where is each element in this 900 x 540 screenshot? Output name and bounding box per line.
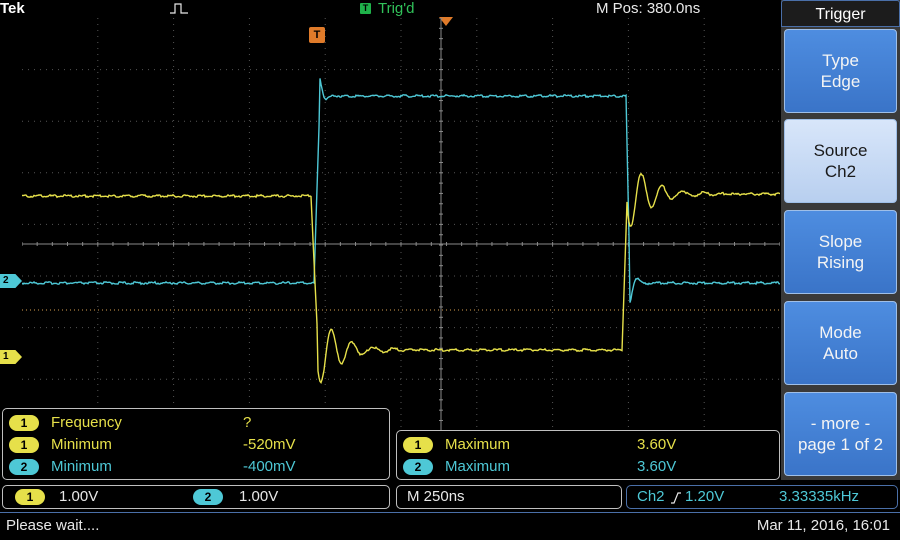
menu-button-line2: Ch2 — [824, 162, 857, 181]
graticule — [22, 18, 780, 431]
measurement-row: 1 Minimum -520mV — [9, 435, 379, 455]
trigger-status-icon: T — [360, 3, 371, 14]
menu-button-source[interactable]: Source Ch2 — [784, 119, 897, 203]
measurement-value: -400mV — [243, 458, 296, 475]
ch2-badge: 2 — [403, 459, 433, 475]
menu-button-line2: Edge — [820, 72, 861, 91]
menu-button-line2: Rising — [816, 253, 865, 272]
brand-logo: Tek — [0, 0, 25, 17]
trigger-level: 1.20V — [685, 488, 725, 505]
ch2-ground-marker[interactable]: 2 — [0, 274, 22, 288]
ch1-waveform — [22, 172, 780, 385]
measurement-panel-right: 1 Maximum 3.60V 2 Maximum 3.60V — [396, 430, 780, 480]
menu-title: Trigger — [781, 0, 900, 27]
top-status-bar: Tek T Trig'd M Pos: 380.0ns — [0, 0, 780, 18]
measurement-value: ? — [243, 414, 252, 431]
ch1-scale: 1.00V — [59, 488, 99, 505]
ch2-badge: 2 — [193, 489, 223, 505]
ch1-badge: 1 — [403, 437, 433, 453]
waveform-display[interactable] — [22, 18, 780, 431]
measurement-label: Maximum — [445, 458, 511, 475]
measurement-row: 1 Maximum 3.60V — [403, 435, 773, 455]
menu-button-mode[interactable]: Mode Auto — [784, 301, 897, 385]
measurement-label: Minimum — [51, 458, 112, 475]
ch1-badge: 1 — [9, 415, 39, 431]
trigger-source: Ch2 — [637, 488, 665, 505]
menu-button-line1: Mode — [819, 323, 862, 342]
menu-button-slope[interactable]: Slope Rising — [784, 210, 897, 294]
measurement-panel-left: 1 Frequency ? 1 Minimum -520mV 2 Minimum… — [2, 408, 390, 480]
measurement-value: -520mV — [243, 436, 296, 453]
menu-button-line2: Auto — [823, 344, 858, 363]
menu-button-line1: Slope — [818, 232, 863, 251]
menu-button-line1: - more - — [810, 414, 871, 433]
measurement-label: Frequency — [51, 414, 122, 431]
timebase: M 250ns — [407, 488, 465, 505]
ch2-scale: 1.00V — [239, 488, 279, 505]
measurement-row: 2 Maximum 3.60V — [403, 457, 773, 477]
ch2-waveform — [22, 78, 780, 303]
measurement-value: 3.60V — [637, 458, 677, 475]
ch1-badge: 1 — [15, 489, 45, 505]
date-time[interactable]: Mar 11, 2016, 16:01 — [757, 517, 890, 534]
measurement-value: 3.60V — [637, 436, 677, 453]
ch2-badge: 2 — [9, 459, 39, 475]
trigger-status: Trig'd — [378, 0, 415, 17]
ch1-badge: 1 — [9, 437, 39, 453]
trigger-side-menu: Trigger Type Edge Source Ch2 Slope Risin… — [781, 0, 900, 480]
menu-button-line1: Type — [822, 51, 859, 70]
channel-scale-readout[interactable]: 1 1.00V 2 1.00V — [2, 485, 390, 509]
acquisition-pulse-icon — [170, 3, 188, 14]
measurement-row: 1 Frequency ? — [9, 413, 379, 433]
measurement-row: 2 Minimum -400mV — [9, 457, 379, 477]
trigger-frequency: 3.33335kHz — [779, 488, 860, 505]
rising-edge-icon — [671, 492, 681, 504]
menu-button-line1: Source — [813, 141, 868, 160]
measurement-label: Maximum — [445, 436, 511, 453]
ch1-ground-marker[interactable]: 1 — [0, 350, 22, 364]
trigger-point-marker-icon[interactable]: T — [309, 27, 325, 43]
timebase-readout[interactable]: M 250ns — [396, 485, 622, 509]
measurement-label: Minimum — [51, 436, 112, 453]
bottom-status-bar: Please wait.... Mar 11, 2016, 16:01 — [0, 512, 900, 540]
status-message: Please wait.... — [6, 517, 100, 534]
menu-button-line2: page 1 of 2 — [797, 435, 884, 454]
horizontal-position-readout: M Pos: 380.0ns — [596, 0, 701, 17]
trigger-readout[interactable]: Ch2 1.20V 3.33335kHz — [626, 485, 898, 509]
menu-button-type[interactable]: Type Edge — [784, 29, 897, 113]
menu-button-more[interactable]: - more - page 1 of 2 — [784, 392, 897, 476]
